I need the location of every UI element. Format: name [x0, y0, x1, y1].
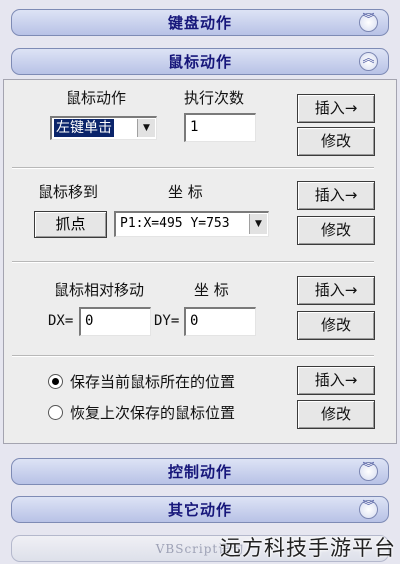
move-to-label: 鼠标移到: [38, 183, 99, 201]
divider: [12, 167, 374, 169]
modify-button-position[interactable]: 修改: [297, 400, 375, 429]
section-header-keyboard[interactable]: 键盘动作 ︾: [11, 9, 389, 36]
exec-count-input[interactable]: 1: [184, 113, 256, 142]
mouse-actions-panel: 鼠标动作 执行次数 左键单击 ▼ 1 插入→ 修改 鼠标移到 坐 标 抓点 P1…: [3, 79, 397, 444]
mouse-action-select[interactable]: 左键单击 ▼: [50, 116, 157, 140]
save-position-radio[interactable]: [48, 374, 63, 389]
section-title: 其它动作: [167, 501, 232, 519]
dx-input[interactable]: 0: [79, 307, 151, 336]
watermark-text: 远方科技手游平台: [220, 536, 396, 560]
dy-input[interactable]: 0: [184, 307, 256, 336]
section-title: 控制动作: [167, 463, 232, 481]
point-select[interactable]: P1:X=495 Y=753 ▼: [114, 211, 269, 237]
mouse-action-label: 鼠标动作: [66, 89, 127, 107]
mouse-action-selected: 左键单击: [53, 118, 115, 138]
exec-count-label: 执行次数: [184, 89, 245, 107]
insert-button-relative[interactable]: 插入→: [297, 276, 375, 305]
restore-position-label: 恢复上次保存的鼠标位置: [70, 404, 236, 422]
dropdown-arrow-icon[interactable]: ▼: [249, 214, 267, 234]
save-position-label: 保存当前鼠标所在的位置: [70, 373, 236, 391]
dx-label: DX=: [48, 313, 74, 329]
point-value: P1:X=495 Y=753: [120, 216, 230, 231]
insert-button-position[interactable]: 插入→: [297, 366, 375, 395]
expand-chevron-icon[interactable]: ︾: [359, 462, 378, 481]
coord-label: 坐 标: [194, 281, 229, 299]
modify-button-relative[interactable]: 修改: [297, 311, 375, 340]
expand-chevron-icon[interactable]: ︾: [359, 13, 378, 32]
dropdown-arrow-icon[interactable]: ▼: [137, 119, 155, 137]
insert-button-move[interactable]: 插入→: [297, 181, 375, 210]
section-header-control[interactable]: 控制动作 ︾: [11, 458, 389, 485]
insert-button-click[interactable]: 插入→: [297, 94, 375, 123]
dy-label: DY=: [154, 313, 180, 329]
expand-chevron-icon[interactable]: ︾: [359, 500, 378, 519]
section-header-other[interactable]: 其它动作 ︾: [11, 496, 389, 523]
restore-position-radio[interactable]: [48, 405, 63, 420]
section-title: 鼠标动作: [167, 53, 232, 71]
divider: [12, 261, 374, 263]
modify-button-click[interactable]: 修改: [297, 127, 375, 156]
grab-point-button[interactable]: 抓点: [34, 211, 107, 238]
divider: [12, 355, 374, 357]
modify-button-move[interactable]: 修改: [297, 216, 375, 245]
coord-label: 坐 标: [168, 183, 203, 201]
section-title: 键盘动作: [167, 14, 232, 32]
relative-move-label: 鼠标相对移动: [54, 281, 145, 299]
section-header-mouse[interactable]: 鼠标动作 ︽: [11, 48, 389, 75]
collapse-chevron-icon[interactable]: ︽: [359, 52, 378, 71]
